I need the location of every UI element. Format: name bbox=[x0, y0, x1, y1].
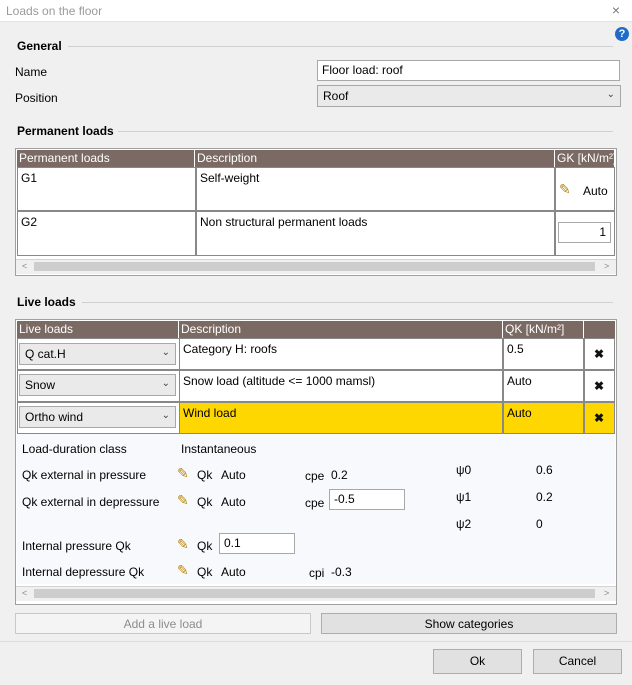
name-input[interactable]: Floor load: roof bbox=[317, 60, 620, 81]
live-header-actions bbox=[584, 321, 615, 338]
psi0-label: ψ0 bbox=[456, 463, 472, 477]
qk-ext-pressure-auto: Auto bbox=[221, 468, 246, 482]
qk-ext-depressure-auto: Auto bbox=[221, 495, 246, 509]
scroll-left-icon[interactable]: < bbox=[22, 261, 27, 271]
ok-button[interactable]: Ok bbox=[433, 649, 522, 674]
internal-pressure-label: Internal pressure Qk bbox=[22, 539, 131, 553]
cpe-pressure-label: cpe bbox=[305, 469, 325, 483]
general-section-title: General bbox=[17, 39, 62, 53]
permanent-section-title: Permanent loads bbox=[17, 124, 114, 138]
qk-ext-pressure-qk: Qk bbox=[197, 468, 213, 482]
permanent-row-g1-id: G1 bbox=[17, 167, 196, 211]
psi1-value: 0.2 bbox=[536, 490, 553, 504]
live-row-2-type-select[interactable]: Snow ⌄ bbox=[19, 374, 176, 396]
live-row-1-value: 0.5 bbox=[503, 338, 584, 370]
position-select[interactable]: Roof ⌄ bbox=[317, 85, 621, 107]
psi1-label: ψ1 bbox=[456, 490, 472, 504]
cancel-button[interactable]: Cancel bbox=[533, 649, 622, 674]
qk-ext-pressure-label: Qk external in pressure bbox=[22, 468, 147, 482]
live-row-3-type-value: Ortho wind bbox=[25, 410, 84, 424]
permanent-header-description: Description bbox=[195, 150, 555, 167]
permanent-row-g1-value: Auto bbox=[583, 184, 608, 198]
add-live-load-button[interactable]: Add a live load bbox=[15, 613, 311, 634]
delete-x-icon[interactable]: ✖ bbox=[594, 379, 604, 393]
pencil-icon[interactable]: ✎ bbox=[559, 181, 571, 198]
live-row-3-value: Auto bbox=[503, 402, 584, 434]
delete-x-icon[interactable]: ✖ bbox=[594, 347, 604, 361]
live-header-value: QK [kN/m²] bbox=[503, 321, 584, 338]
close-icon[interactable]: × bbox=[608, 2, 624, 18]
live-scroll-thumb[interactable] bbox=[34, 589, 595, 598]
help-icon[interactable]: ? bbox=[615, 27, 629, 41]
pencil-icon[interactable]: ✎ bbox=[177, 465, 189, 482]
window-title: Loads on the floor bbox=[6, 4, 103, 18]
scroll-right-icon[interactable]: > bbox=[604, 588, 609, 598]
duration-label: Load-duration class bbox=[22, 442, 127, 456]
chevron-down-icon: ⌄ bbox=[161, 347, 170, 358]
position-label: Position bbox=[15, 91, 58, 105]
permanent-row-g2-id: G2 bbox=[17, 211, 196, 256]
chevron-down-icon: ⌄ bbox=[161, 410, 170, 421]
scroll-left-icon[interactable]: < bbox=[22, 588, 27, 598]
psi2-label: ψ2 bbox=[456, 517, 472, 531]
cpi-value: -0.3 bbox=[331, 565, 352, 579]
live-row-2-value: Auto bbox=[503, 370, 584, 402]
pencil-icon[interactable]: ✎ bbox=[177, 536, 189, 553]
internal-depressure-label: Internal depressure Qk bbox=[22, 565, 145, 579]
permanent-divider bbox=[118, 131, 613, 132]
name-label: Name bbox=[15, 65, 48, 79]
pencil-icon[interactable]: ✎ bbox=[177, 562, 189, 579]
live-header-description: Description bbox=[179, 321, 503, 338]
position-value: Roof bbox=[323, 89, 349, 103]
cpe-depressure-input[interactable]: -0.5 bbox=[329, 489, 405, 510]
internal-pressure-input[interactable]: 0.1 bbox=[219, 533, 295, 554]
live-row-2-description: Snow load (altitude <= 1000 mamsl) bbox=[179, 370, 503, 402]
live-row-3-description: Wind load bbox=[179, 402, 503, 434]
permanent-row-g1-description: Self-weight bbox=[196, 167, 555, 211]
live-row-1-type-value: Q cat.H bbox=[25, 347, 66, 361]
qk-ext-depressure-label: Qk external in depressure bbox=[22, 495, 160, 509]
permanent-header-value: GK [kN/m²] bbox=[555, 150, 615, 167]
delete-x-icon[interactable]: ✖ bbox=[594, 411, 604, 425]
chevron-down-icon: ⌄ bbox=[161, 378, 170, 389]
live-row-3-type-select[interactable]: Ortho wind ⌄ bbox=[19, 406, 176, 428]
pencil-icon[interactable]: ✎ bbox=[177, 492, 189, 509]
permanent-scroll-thumb[interactable] bbox=[34, 262, 595, 271]
permanent-header-id: Permanent loads bbox=[17, 150, 195, 167]
permanent-row-g2-description: Non structural permanent loads bbox=[196, 211, 555, 256]
general-divider bbox=[68, 46, 613, 47]
live-row-2-type-value: Snow bbox=[25, 378, 56, 392]
live-row-1-description: Category H: roofs bbox=[179, 338, 503, 370]
cpi-label: cpi bbox=[309, 566, 325, 580]
live-row-1-type-select[interactable]: Q cat.H ⌄ bbox=[19, 343, 176, 365]
internal-depressure-qk: Qk bbox=[197, 565, 213, 579]
scroll-right-icon[interactable]: > bbox=[604, 261, 609, 271]
live-section-title: Live loads bbox=[17, 295, 76, 309]
cpe-depressure-label: cpe bbox=[305, 496, 325, 510]
chevron-down-icon: ⌄ bbox=[606, 89, 615, 100]
permanent-row-g2-value-input[interactable]: 1 bbox=[558, 222, 611, 243]
internal-pressure-qk: Qk bbox=[197, 539, 213, 553]
psi0-value: 0.6 bbox=[536, 463, 553, 477]
duration-value: Instantaneous bbox=[181, 442, 257, 456]
live-divider bbox=[82, 302, 613, 303]
psi2-value: 0 bbox=[536, 517, 543, 531]
qk-ext-depressure-qk: Qk bbox=[197, 495, 213, 509]
show-categories-button[interactable]: Show categories bbox=[321, 613, 617, 634]
internal-depressure-auto: Auto bbox=[221, 565, 246, 579]
footer-divider bbox=[0, 641, 632, 642]
cpe-pressure-value: 0.2 bbox=[331, 468, 348, 482]
live-header-type: Live loads bbox=[17, 321, 179, 338]
